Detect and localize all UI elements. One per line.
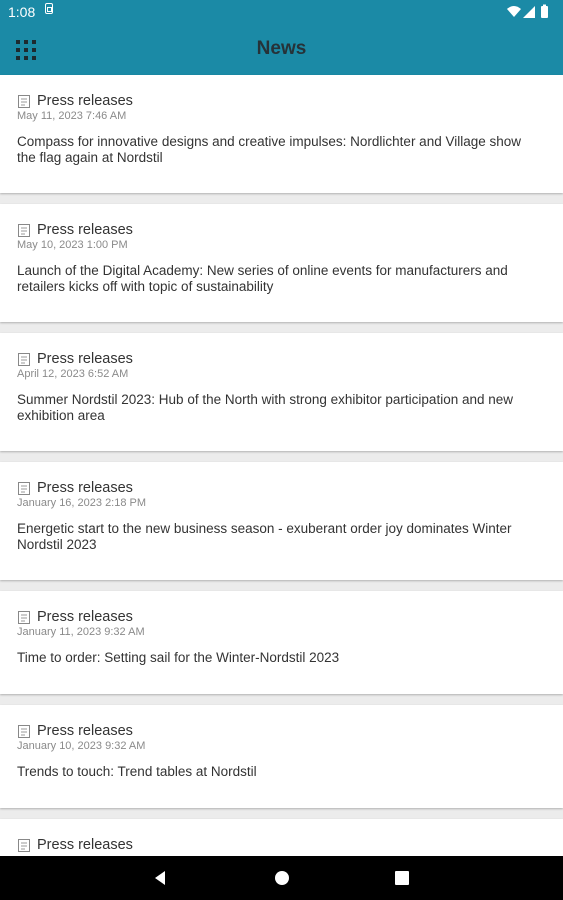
status-icons xyxy=(507,4,548,18)
sim-card-icon xyxy=(45,3,53,14)
document-icon xyxy=(18,725,30,738)
news-headline: Time to order: Setting sail for the Wint… xyxy=(17,650,340,665)
navigation-bar xyxy=(0,856,563,900)
news-card[interactable]: Press releases May 10, 2023 1:00 PM Laun… xyxy=(0,204,563,322)
news-category: Press releases xyxy=(37,351,133,367)
news-card[interactable]: Press releases May 11, 2023 7:46 AM Comp… xyxy=(0,75,563,193)
news-card[interactable]: Press releases January 16, 2023 2:18 PM … xyxy=(0,462,563,580)
document-icon xyxy=(18,839,30,852)
news-headline: Energetic start to the new business seas… xyxy=(17,521,512,552)
document-icon xyxy=(18,353,30,366)
page-title: News xyxy=(256,38,307,59)
news-category: Press releases xyxy=(37,723,133,739)
document-icon xyxy=(18,95,30,108)
news-category: Press releases xyxy=(37,222,133,238)
news-card[interactable]: Press releases January 10, 2023 9:32 AM … xyxy=(0,705,563,808)
news-category: Press releases xyxy=(37,480,133,496)
news-headline: Compass for innovative designs and creat… xyxy=(17,134,522,165)
news-date: May 11, 2023 7:46 AM xyxy=(17,110,127,122)
news-date: January 10, 2023 9:32 AM xyxy=(17,740,146,752)
news-category: Press releases xyxy=(37,93,133,109)
status-time: 1:08 xyxy=(8,4,36,20)
news-date: January 11, 2023 9:32 AM xyxy=(17,626,145,638)
news-date: January 16, 2023 2:18 PM xyxy=(17,497,147,509)
news-card[interactable]: Press releases January 11, 2023 9:32 AM … xyxy=(0,591,563,694)
document-icon xyxy=(18,482,30,495)
news-date: May 10, 2023 1:00 PM xyxy=(17,239,128,251)
news-category: Press releases xyxy=(37,609,133,625)
back-icon[interactable] xyxy=(150,868,170,888)
news-headline: Launch of the Digital Academy: New serie… xyxy=(17,263,508,294)
recents-icon[interactable] xyxy=(392,868,412,888)
news-headline: Summer Nordstil 2023: Hub of the North w… xyxy=(17,392,513,423)
document-icon xyxy=(18,224,30,237)
news-headline: Trends to touch: Trend tables at Nordsti… xyxy=(17,764,257,779)
news-category: Press releases xyxy=(37,837,133,853)
battery-icon xyxy=(541,6,548,18)
status-bar: 1:08 xyxy=(0,0,563,24)
home-icon[interactable] xyxy=(272,868,292,888)
news-date: April 12, 2023 6:52 AM xyxy=(17,368,129,380)
app-bar: News xyxy=(0,24,563,75)
signal-icon xyxy=(523,6,535,18)
document-icon xyxy=(18,611,30,624)
news-card[interactable]: Press releases April 12, 2023 6:52 AM Su… xyxy=(0,333,563,451)
wifi-icon xyxy=(507,6,521,17)
